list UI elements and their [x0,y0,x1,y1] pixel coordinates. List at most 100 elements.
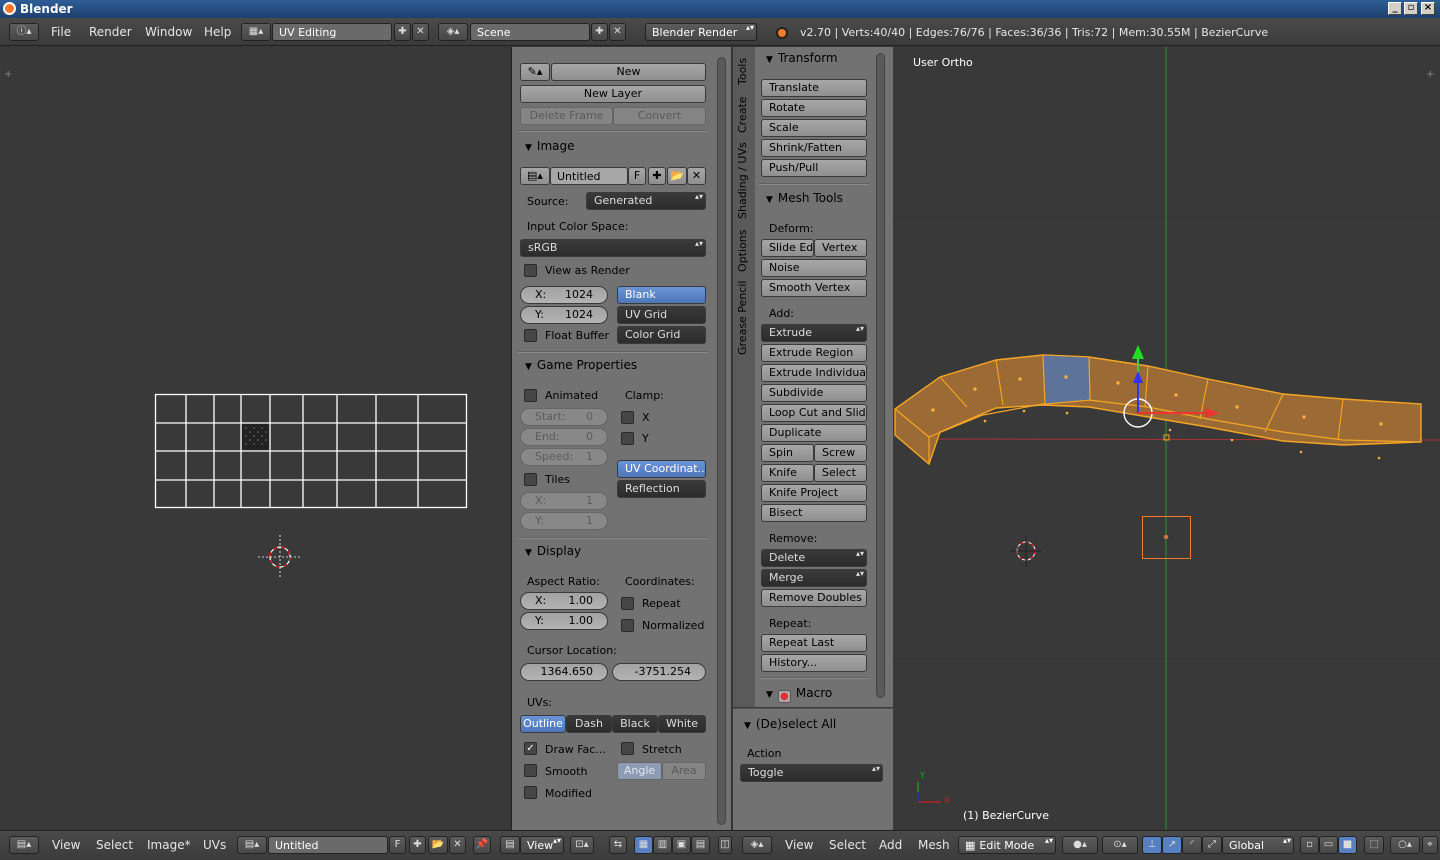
tool-shelf-scrollbar[interactable] [876,53,885,698]
grease-pencil-draw-icon[interactable]: ✎▴ [520,63,550,81]
tiles-x-field[interactable]: X: 1 [520,492,608,510]
translate-manipulator-icon[interactable]: ↗ [1162,836,1182,854]
mode-view-icon[interactable]: ▤ [500,836,520,854]
duplicate-button[interactable]: Duplicate [761,424,867,442]
operator-header[interactable]: (De)select All [744,717,836,731]
screw-button[interactable]: Screw [814,444,867,462]
generated-type-uv-grid[interactable]: UV Grid [617,306,706,324]
repeat-checkbox[interactable] [621,597,634,610]
push-pull-button[interactable]: Push/Pull [761,159,867,177]
start-field[interactable]: Start: 0 [520,408,608,426]
scale-button[interactable]: Scale [761,119,867,137]
cursor-y-field[interactable]: -3751.254 [612,663,706,681]
aspect-x-field[interactable]: X: 1.00 [520,592,608,610]
slide-vertex-button[interactable]: Vertex [814,239,867,257]
pivot-icon[interactable]: ⊡▴ [570,836,594,854]
tab-tools[interactable]: Tools [736,58,749,85]
animated-checkbox[interactable] [524,389,537,402]
3d-editor-type-icon[interactable]: ◈▴ [742,836,772,854]
uv-style-black[interactable]: Black [612,715,658,733]
tab-grease-pencil[interactable]: Grease Pencil [736,281,749,355]
knife-project-button[interactable]: Knife Project [761,484,867,502]
transform-header[interactable]: Transform [766,51,838,65]
shrink-fatten-button[interactable]: Shrink/Fatten [761,139,867,157]
open-image-icon[interactable]: 📂 [667,167,687,185]
image-name-bottom-field[interactable]: Untitled [268,836,388,854]
game-properties-header[interactable]: Game Properties [525,358,637,372]
delete-select[interactable]: Delete [761,549,867,567]
generated-type-color-grid[interactable]: Color Grid [617,326,706,344]
tab-shading-uvs[interactable]: Shading / UVs [736,142,749,219]
panel-scrollbar[interactable] [717,57,726,825]
pivot-point-icon[interactable]: ⊙▴ [1102,836,1138,854]
extrude-select[interactable]: Extrude [761,324,867,342]
stretch-area-button[interactable]: Area [662,762,706,780]
mapping-reflection[interactable]: Reflection [617,480,706,498]
uv-style-outline[interactable]: Outline [520,715,566,733]
unlink-image-bottom-icon[interactable]: ✕ [449,836,466,854]
vertex-select-icon[interactable]: ▦ [634,836,653,854]
image-width-field[interactable]: X: 1024 [520,286,608,304]
unlink-image-icon[interactable]: ✕ [687,167,706,185]
stretch-angle-button[interactable]: Angle [617,762,662,780]
2d-cursor-icon[interactable] [258,535,302,579]
remove-screen-icon[interactable]: ✕ [412,23,429,41]
cursor-x-field[interactable]: 1364.650 [520,663,608,681]
manipulator-toggle-icon[interactable]: ⊥ [1142,836,1162,854]
display-header[interactable]: Display [525,544,581,558]
image-browse-bottom-icon[interactable]: ▤▴ [237,836,267,854]
macro-header[interactable]: ●Macro [766,686,832,703]
edge-select-mode-icon[interactable]: ▭ [1319,836,1338,854]
generated-type-blank[interactable]: Blank [617,286,706,304]
screen-layout-icon[interactable]: ▦▴ [241,23,271,41]
smooth-vertex-button[interactable]: Smooth Vertex [761,279,867,297]
remove-scene-icon[interactable]: ✕ [609,23,626,41]
delete-frame-button[interactable]: Delete Frame [520,107,613,125]
scale-manipulator-icon[interactable]: ⤢ [1202,836,1222,854]
uv-menu-view[interactable]: View [52,838,80,852]
smooth-checkbox[interactable] [524,764,537,777]
loop-cut-button[interactable]: Loop Cut and Slide [761,404,867,422]
mesh-geometry[interactable] [893,47,1440,830]
minimize-button[interactable]: _ [1388,2,1402,15]
fake-user-bottom-button[interactable]: F [389,836,406,854]
action-select[interactable]: Toggle [740,764,883,782]
info-editor-type-icon[interactable]: ⓘ▴ [9,23,39,41]
3d-menu-add[interactable]: Add [879,838,902,852]
uv-menu-uvs[interactable]: UVs [203,838,226,852]
rotate-manipulator-icon[interactable]: ◜ [1182,836,1202,854]
noise-button[interactable]: Noise [761,259,867,277]
stretch-checkbox[interactable] [621,742,634,755]
maximize-button[interactable]: ▫ [1404,2,1418,15]
mesh-tools-header[interactable]: Mesh Tools [766,191,843,205]
extrude-region-button[interactable]: Extrude Region [761,344,867,362]
aspect-y-field[interactable]: Y: 1.00 [520,612,608,630]
image-panel-header[interactable]: Image [525,139,575,153]
tab-create[interactable]: Create [736,96,749,133]
uv-layout[interactable] [150,390,472,512]
viewport-shading-icon[interactable]: ●▴ [1062,836,1098,854]
image-height-field[interactable]: Y: 1024 [520,306,608,324]
slide-edge-button[interactable]: Slide Ed [761,239,814,257]
edge-select-icon[interactable]: ▥ [653,836,672,854]
transform-orientation-select[interactable]: Global [1222,836,1294,854]
open-image-bottom-icon[interactable]: 📂 [428,836,448,854]
draw-faces-checkbox[interactable]: ✓ [524,742,537,755]
tiles-checkbox[interactable] [524,473,537,486]
image-name-field[interactable]: Untitled [550,167,628,185]
bisect-button[interactable]: Bisect [761,504,867,522]
history-button[interactable]: History... [761,654,867,672]
scene-icon[interactable]: ◈▴ [438,23,468,41]
add-screen-icon[interactable]: ✚ [394,23,411,41]
fake-user-button[interactable]: F [628,167,646,185]
region-toggle-icon[interactable]: + [4,69,12,80]
speed-field[interactable]: Speed: 1 [520,448,608,466]
new-image-bottom-icon[interactable]: ✚ [409,836,426,854]
translate-button[interactable]: Translate [761,79,867,97]
clamp-y-checkbox[interactable] [621,432,634,445]
scene-field[interactable]: Scene [470,23,590,41]
image-mode-select[interactable]: View [520,836,564,854]
new-image-icon[interactable]: ✚ [648,167,666,185]
end-field[interactable]: End: 0 [520,428,608,446]
menu-window[interactable]: Window [145,25,192,39]
